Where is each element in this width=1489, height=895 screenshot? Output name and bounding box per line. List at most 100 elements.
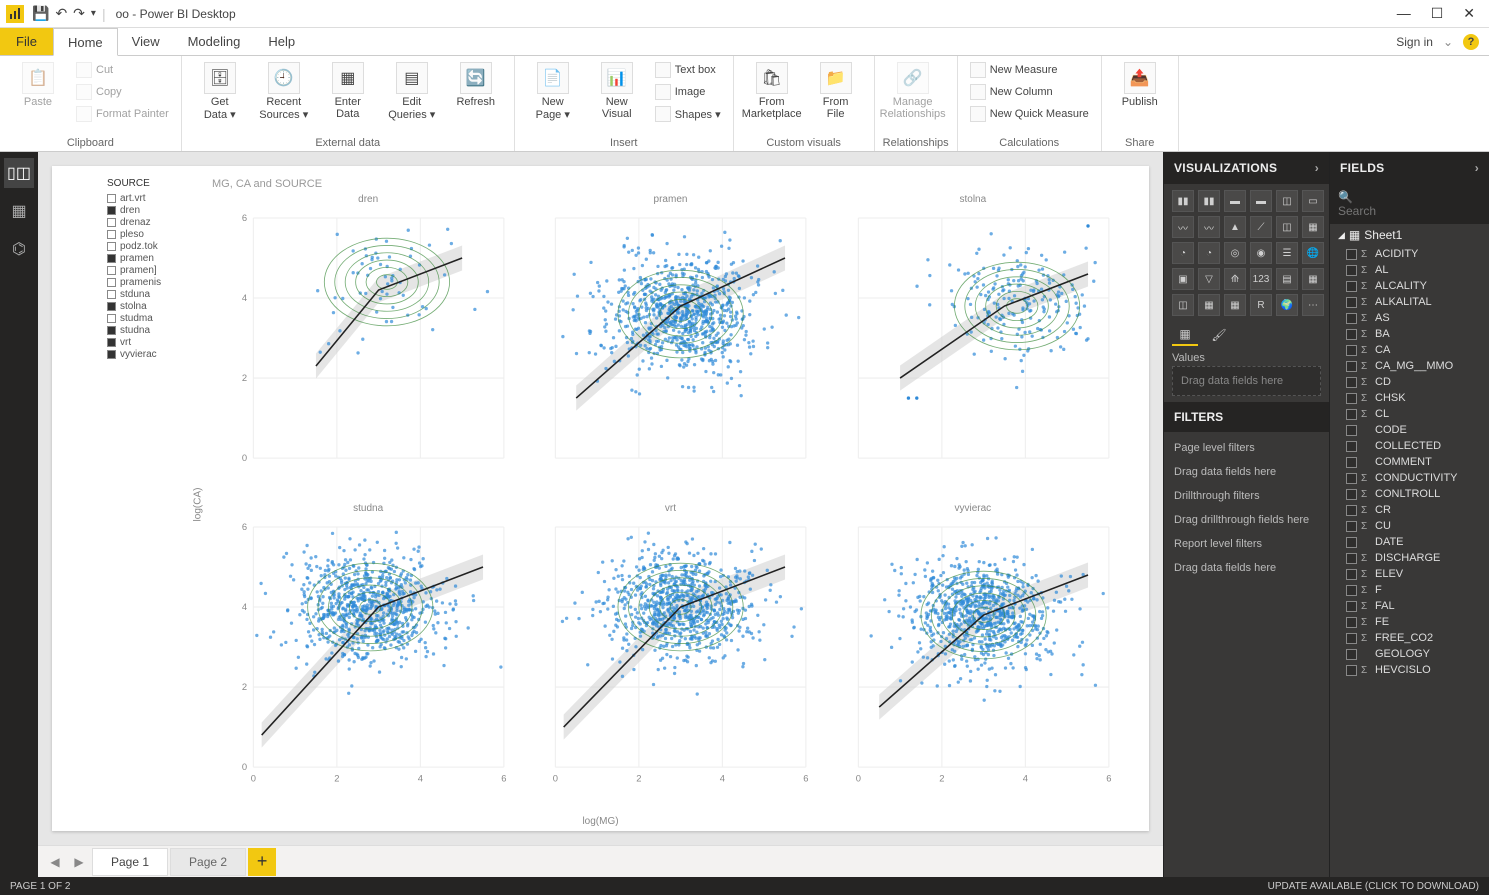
- maximize-button[interactable]: ☐: [1431, 5, 1444, 22]
- field-item[interactable]: ΣCA_MG__MMO: [1342, 358, 1489, 374]
- field-checkbox[interactable]: [1346, 505, 1357, 516]
- page-filters-well[interactable]: Drag data fields here: [1172, 460, 1321, 484]
- fields-search-input[interactable]: [1338, 204, 1481, 218]
- legend-item[interactable]: art.vrt: [107, 193, 161, 204]
- report-view-icon[interactable]: ▯◫: [4, 158, 34, 188]
- field-item[interactable]: ΣACIDITY: [1342, 246, 1489, 262]
- field-checkbox[interactable]: [1346, 425, 1357, 436]
- publish-button[interactable]: 📤Publish: [1110, 60, 1170, 110]
- viz-type-icon[interactable]: ⟰: [1224, 268, 1246, 290]
- legend-item[interactable]: pramen: [107, 253, 161, 264]
- legend-item[interactable]: vyvierac: [107, 349, 161, 360]
- viz-type-icon[interactable]: ▬: [1250, 190, 1272, 212]
- field-checkbox[interactable]: [1346, 569, 1357, 580]
- field-checkbox[interactable]: [1346, 537, 1357, 548]
- field-item[interactable]: ΣALKALITAL: [1342, 294, 1489, 310]
- viz-type-icon[interactable]: ▦: [1198, 294, 1220, 316]
- viz-type-icon[interactable]: 〰: [1198, 216, 1220, 238]
- field-checkbox[interactable]: [1346, 617, 1357, 628]
- field-item[interactable]: CODE: [1342, 422, 1489, 438]
- viz-type-icon[interactable]: ◫: [1276, 216, 1298, 238]
- field-item[interactable]: ΣCHSK: [1342, 390, 1489, 406]
- text-box-button[interactable]: Text box: [651, 60, 725, 80]
- field-item[interactable]: ΣCL: [1342, 406, 1489, 422]
- field-item[interactable]: ΣAS: [1342, 310, 1489, 326]
- legend-item[interactable]: podz.tok: [107, 241, 161, 252]
- field-item[interactable]: ΣDISCHARGE: [1342, 550, 1489, 566]
- collapse-viz-icon[interactable]: ›: [1315, 161, 1319, 175]
- save-icon[interactable]: 💾: [32, 5, 49, 22]
- qat-dropdown-icon[interactable]: ▾: [91, 8, 96, 19]
- viz-type-icon[interactable]: ☰: [1276, 242, 1298, 264]
- chevron-down-icon[interactable]: ⌄: [1443, 35, 1453, 49]
- field-checkbox[interactable]: [1346, 281, 1357, 292]
- field-checkbox[interactable]: [1346, 361, 1357, 372]
- legend-item[interactable]: pleso: [107, 229, 161, 240]
- data-view-icon[interactable]: ▦: [4, 196, 34, 226]
- field-checkbox[interactable]: [1346, 249, 1357, 260]
- field-item[interactable]: ΣFE: [1342, 614, 1489, 630]
- redo-icon[interactable]: ↷: [73, 5, 85, 22]
- field-checkbox[interactable]: [1346, 521, 1357, 532]
- field-item[interactable]: ΣFREE_CO2: [1342, 630, 1489, 646]
- image-button[interactable]: Image: [651, 82, 725, 102]
- legend-item[interactable]: pramen]: [107, 265, 161, 276]
- field-checkbox[interactable]: [1346, 633, 1357, 644]
- from-marketplace-button[interactable]: 🛍From Marketplace: [742, 60, 802, 122]
- field-item[interactable]: ΣF: [1342, 582, 1489, 598]
- legend-item[interactable]: studna: [107, 325, 161, 336]
- field-checkbox[interactable]: [1346, 393, 1357, 404]
- viz-type-icon[interactable]: R: [1250, 294, 1272, 316]
- viz-type-icon[interactable]: ⟋: [1250, 216, 1272, 238]
- edit-queries-button[interactable]: ▤Edit Queries ▾: [382, 60, 442, 123]
- field-item[interactable]: ΣHEVCISLO: [1342, 662, 1489, 678]
- viz-type-icon[interactable]: ◉: [1250, 242, 1272, 264]
- viz-type-icon[interactable]: ◫: [1276, 190, 1298, 212]
- legend-item[interactable]: stolna: [107, 301, 161, 312]
- field-item[interactable]: ΣCONLTROLL: [1342, 486, 1489, 502]
- legend-item[interactable]: dren: [107, 205, 161, 216]
- help-tab[interactable]: Help: [254, 28, 309, 55]
- field-checkbox[interactable]: [1346, 665, 1357, 676]
- page-next-button[interactable]: ▶: [68, 851, 90, 873]
- legend-item[interactable]: pramenis: [107, 277, 161, 288]
- field-item[interactable]: ΣAL: [1342, 262, 1489, 278]
- field-item[interactable]: ΣCD: [1342, 374, 1489, 390]
- viz-type-icon[interactable]: ▮▮: [1172, 190, 1194, 212]
- viz-type-icon[interactable]: 123: [1250, 268, 1272, 290]
- update-available-link[interactable]: UPDATE AVAILABLE (CLICK TO DOWNLOAD): [1268, 881, 1479, 892]
- field-checkbox[interactable]: [1346, 473, 1357, 484]
- page-tab-2[interactable]: Page 2: [170, 848, 246, 876]
- field-item[interactable]: ΣELEV: [1342, 566, 1489, 582]
- page-tab-1[interactable]: Page 1: [92, 848, 168, 876]
- new-measure-button[interactable]: New Measure: [966, 60, 1093, 80]
- viz-type-icon[interactable]: ◔: [1198, 242, 1220, 264]
- viz-type-icon[interactable]: ▣: [1172, 268, 1194, 290]
- viz-type-icon[interactable]: ▲: [1224, 216, 1246, 238]
- close-button[interactable]: ✕: [1463, 5, 1475, 22]
- model-view-icon[interactable]: ⌬: [4, 234, 34, 264]
- viz-type-icon[interactable]: ▦: [1224, 294, 1246, 316]
- viz-type-icon[interactable]: ▭: [1302, 190, 1324, 212]
- field-checkbox[interactable]: [1346, 601, 1357, 612]
- viz-type-icon[interactable]: ▽: [1198, 268, 1220, 290]
- field-item[interactable]: ΣBA: [1342, 326, 1489, 342]
- viz-type-icon[interactable]: ▦: [1302, 216, 1324, 238]
- new-quick-measure-button[interactable]: New Quick Measure: [966, 104, 1093, 124]
- table-sheet1[interactable]: ◢▦Sheet1: [1330, 224, 1489, 246]
- field-checkbox[interactable]: [1346, 265, 1357, 276]
- refresh-button[interactable]: 🔄Refresh: [446, 60, 506, 110]
- field-checkbox[interactable]: [1346, 345, 1357, 356]
- viz-type-icon[interactable]: ◎: [1224, 242, 1246, 264]
- collapse-fields-icon[interactable]: ›: [1475, 161, 1479, 175]
- get-data-button[interactable]: 🗄Get Data ▾: [190, 60, 250, 123]
- field-checkbox[interactable]: [1346, 329, 1357, 340]
- field-item[interactable]: ΣCONDUCTIVITY: [1342, 470, 1489, 486]
- field-item[interactable]: ΣCA: [1342, 342, 1489, 358]
- field-item[interactable]: DATE: [1342, 534, 1489, 550]
- viz-type-icon[interactable]: ◔: [1172, 242, 1194, 264]
- sign-in-link[interactable]: Sign in: [1396, 35, 1433, 49]
- new-page-button[interactable]: 📄New Page ▾: [523, 60, 583, 123]
- new-visual-button[interactable]: 📊New Visual: [587, 60, 647, 122]
- fields-search[interactable]: 🔍: [1330, 184, 1489, 224]
